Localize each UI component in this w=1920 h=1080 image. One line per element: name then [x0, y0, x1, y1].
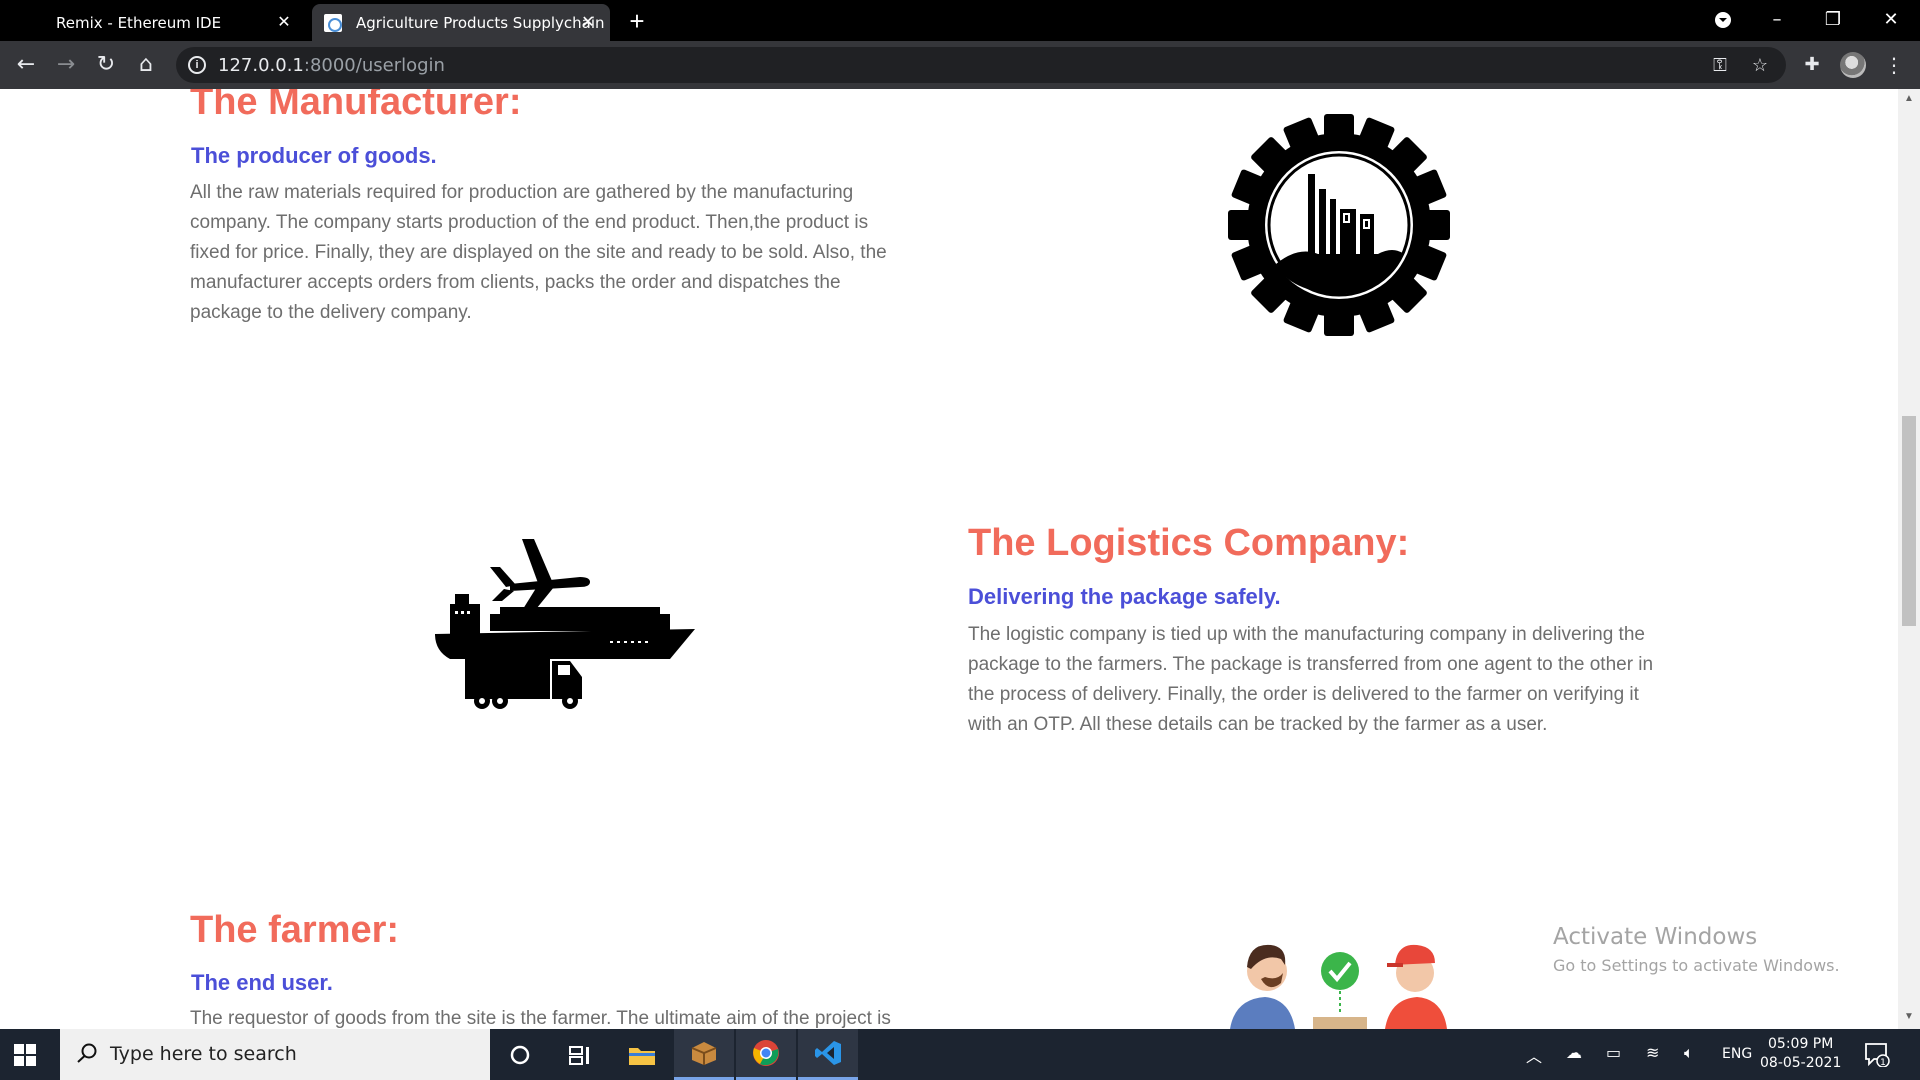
package-app-icon[interactable] [674, 1029, 734, 1080]
notification-count: 1 [1880, 1058, 1886, 1067]
battery-icon[interactable]: ▭ [1606, 1043, 1621, 1062]
reload-icon[interactable]: ↻ [90, 49, 122, 81]
logistics-subtitle: Delivering the package safely. [968, 584, 1281, 609]
key-icon[interactable]: ⚿ [1706, 51, 1734, 79]
star-icon[interactable]: ☆ [1746, 51, 1774, 79]
chrome-icon[interactable] [736, 1029, 796, 1080]
farmer-subtitle: The end user. [191, 970, 333, 995]
text-line: company. The company starts production o… [190, 212, 869, 233]
page-scrollbar[interactable]: ▲ ▼ [1898, 89, 1920, 1029]
manufacturer-title: The Manufacturer: [190, 89, 522, 123]
file-explorer-icon[interactable] [612, 1029, 672, 1080]
activate-windows-watermark: Activate Windows Go to Settings to activ… [1553, 924, 1840, 975]
farmer-description: The requestor of goods from the site is … [190, 1004, 970, 1029]
restore-button[interactable]: ❐ [1810, 4, 1856, 36]
page-content: The Manufacturer: The producer of goods.… [0, 89, 1898, 1029]
vscode-icon[interactable] [798, 1029, 858, 1080]
tab-agriculture[interactable]: Agriculture Products Supplychain ✕ [312, 4, 610, 41]
extensions-icon[interactable]: ✚ [1796, 49, 1828, 81]
watermark-title: Activate Windows [1553, 924, 1758, 950]
text-line: package to the delivery company. [190, 302, 472, 323]
manufacturer-subtitle: The producer of goods. [191, 143, 437, 168]
home-icon[interactable]: ⌂ [130, 49, 162, 81]
watermark-subtitle: Go to Settings to activate Windows. [1553, 956, 1840, 975]
notification-center-icon[interactable]: 1 [1864, 1041, 1890, 1068]
delivery-people-illustration [1230, 944, 1447, 1029]
wifi-icon[interactable]: ≋ [1646, 1043, 1659, 1062]
text-line: the process of delivery. Finally, the or… [968, 684, 1639, 705]
clock-date: 08-05-2021 [1760, 1055, 1842, 1071]
language-indicator[interactable]: ENG [1722, 1046, 1752, 1062]
manufacturer-description: All the raw materials required for produ… [190, 178, 950, 328]
close-icon[interactable]: ✕ [274, 12, 294, 32]
tab-title: Remix - Ethereum IDE [56, 13, 222, 32]
tab-title: Agriculture Products Supplychain [356, 13, 605, 32]
close-window-button[interactable]: ✕ [1868, 4, 1914, 36]
text-line: The requestor of goods from the site is … [190, 1008, 891, 1029]
info-icon[interactable]: i [188, 56, 206, 74]
volume-icon[interactable]: 🔈︎ [1684, 1043, 1694, 1063]
onedrive-icon[interactable]: ☁ [1566, 1043, 1582, 1062]
windows-start-icon[interactable] [14, 1044, 36, 1066]
taskbar-clock[interactable]: 05:09 PM 08-05-2021 [1760, 1035, 1841, 1073]
text-line: with an OTP. All these details can be tr… [968, 714, 1548, 735]
logistics-description: The logistic company is tied up with the… [968, 620, 1728, 740]
url-text[interactable]: 127.0.0.1:8000/userlogin [218, 55, 445, 76]
text-line: All the raw materials required for produ… [190, 182, 854, 203]
task-view-icon[interactable] [550, 1029, 610, 1080]
browser-toolbar: ← → ↻ ⌂ i 127.0.0.1:8000/userlogin ⚿ ☆ ✚… [0, 41, 1920, 89]
avatar[interactable] [1840, 52, 1866, 78]
windows-taskbar: Type here to search ︿ ☁ ▭ ≋ 🔈︎ ENG 05:09… [0, 1029, 1920, 1080]
site-favicon-icon [324, 13, 342, 32]
scroll-up-icon[interactable]: ▲ [1903, 93, 1915, 105]
address-bar[interactable]: i 127.0.0.1:8000/userlogin ⚿ ☆ [176, 47, 1786, 83]
tab-remix[interactable]: Remix - Ethereum IDE ✕ [36, 4, 306, 41]
scroll-down-icon[interactable]: ▼ [1903, 1011, 1915, 1023]
back-arrow-icon[interactable]: ← [10, 49, 42, 81]
new-tab-button[interactable]: + [622, 6, 652, 36]
profile-menu-icon[interactable] [1700, 4, 1746, 36]
cortana-icon[interactable] [490, 1029, 550, 1080]
taskbar-search-input[interactable]: Type here to search [60, 1029, 490, 1080]
factory-gear-icon [1228, 114, 1450, 336]
farmer-title: The farmer: [190, 909, 400, 951]
logistics-transport-icon [435, 539, 695, 709]
forward-arrow-icon[interactable]: → [50, 49, 82, 81]
scrollbar-thumb[interactable] [1902, 416, 1916, 626]
menu-dots-icon[interactable]: ⋮ [1878, 49, 1910, 81]
minimize-button[interactable]: – [1754, 4, 1800, 36]
clock-time: 05:09 PM [1768, 1036, 1834, 1052]
browser-tab-bar: Remix - Ethereum IDE ✕ Agriculture Produ… [0, 0, 1920, 41]
text-line: The logistic company is tied up with the… [968, 624, 1645, 645]
search-placeholder: Type here to search [110, 1043, 297, 1065]
text-line: fixed for price. Finally, they are displ… [190, 242, 887, 263]
close-icon[interactable]: ✕ [578, 12, 598, 32]
logistics-title: The Logistics Company: [968, 522, 1410, 564]
search-icon [76, 1042, 100, 1066]
tray-overflow-icon[interactable]: ︿ [1526, 1043, 1542, 1067]
text-line: package to the farmers. The package is t… [968, 654, 1654, 675]
text-line: manufacturer accepts orders from clients… [190, 272, 841, 293]
